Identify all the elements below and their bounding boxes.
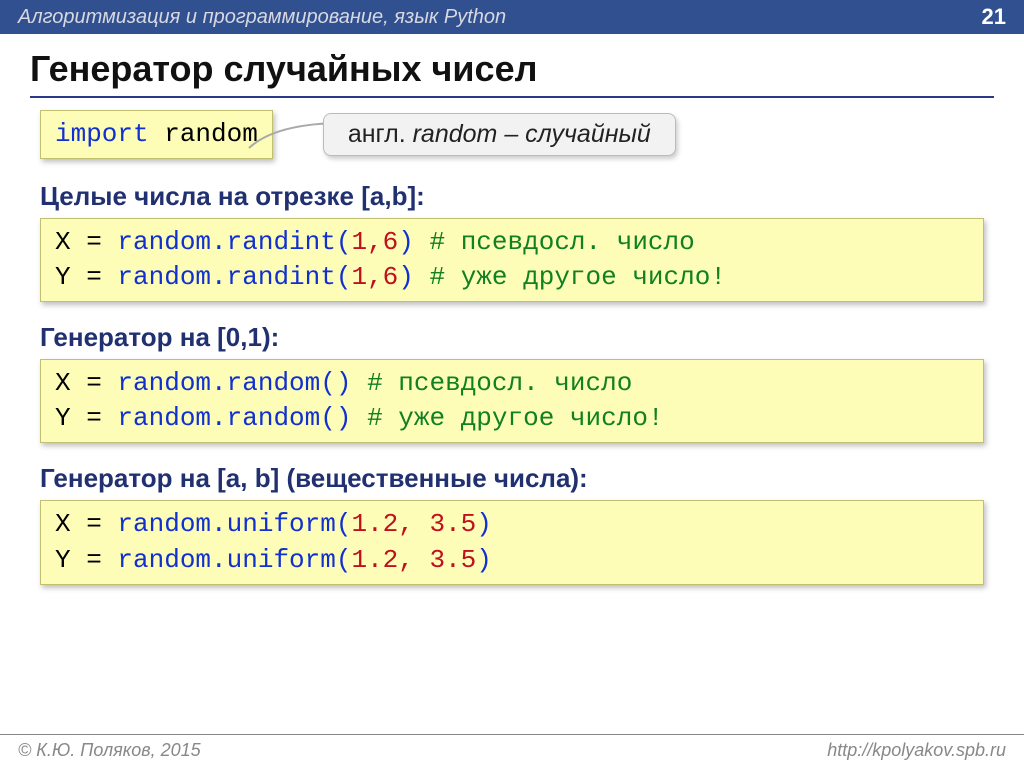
code-call: random.uniform( [117, 545, 351, 575]
code-block-uniform: X = random.uniform(1.2, 3.5) Y = random.… [40, 500, 984, 584]
code-lhs: Y = [55, 262, 117, 292]
code-lhs: X = [55, 368, 117, 398]
code-call: random.random() [117, 403, 351, 433]
note-prefix: англ. [348, 120, 413, 148]
code-pad [351, 403, 367, 433]
keyword-import: import [55, 119, 149, 149]
code-comment: # псевдосл. число [430, 227, 695, 257]
code-block-random: X = random.random() # псевдосл. число Y … [40, 359, 984, 443]
code-args: 1,6 [351, 227, 398, 257]
code-rparen: ) [398, 262, 414, 292]
page-number: 21 [982, 4, 1006, 30]
page-title: Генератор случайных чисел [0, 34, 1024, 96]
code-args: 1,6 [351, 262, 398, 292]
code-line: X = random.randint(1,6) # псевдосл. числ… [55, 225, 969, 260]
code-call: random.randint( [117, 227, 351, 257]
footer-bar: © К.Ю. Поляков, 2015 http://kpolyakov.sp… [0, 734, 1024, 767]
note-suffix: – случайный [497, 120, 650, 148]
footer-url: http://kpolyakov.spb.ru [827, 740, 1006, 761]
note-word: random [413, 120, 498, 148]
header-bar: Алгоритмизация и программирование, язык … [0, 0, 1024, 34]
code-pad [414, 227, 430, 257]
code-block-randint: X = random.randint(1,6) # псевдосл. числ… [40, 218, 984, 302]
import-code-box: import random [40, 110, 273, 159]
code-args: 1.2, 3.5 [351, 509, 476, 539]
code-line: Y = random.random() # уже другое число! [55, 401, 969, 436]
code-call: random.uniform( [117, 509, 351, 539]
code-lhs: Y = [55, 403, 117, 433]
code-lhs: X = [55, 509, 117, 539]
code-pad [351, 368, 367, 398]
code-rparen: ) [398, 227, 414, 257]
code-pad [414, 262, 430, 292]
code-rparen: ) [476, 545, 492, 575]
code-call: random.random() [117, 368, 351, 398]
code-comment: # уже другое число! [430, 262, 726, 292]
code-lhs: Y = [55, 545, 117, 575]
code-line: Y = random.randint(1,6) # уже другое чис… [55, 260, 969, 295]
code-lhs: X = [55, 227, 117, 257]
section-heading: Целые числа на отрезке [a,b]: [40, 181, 984, 212]
breadcrumb: Алгоритмизация и программирование, язык … [18, 6, 506, 29]
code-comment: # псевдосл. число [367, 368, 632, 398]
module-name: random [149, 119, 258, 149]
code-line: Y = random.uniform(1.2, 3.5) [55, 543, 969, 578]
section-heading: Генератор на [a, b] (вещественные числа)… [40, 463, 984, 494]
code-rparen: ) [476, 509, 492, 539]
code-call: random.randint( [117, 262, 351, 292]
code-comment: # уже другое число! [367, 403, 663, 433]
copyright-text: © К.Ю. Поляков, 2015 [18, 740, 201, 761]
code-line: X = random.random() # псевдосл. число [55, 366, 969, 401]
code-args: 1.2, 3.5 [351, 545, 476, 575]
title-underline [30, 96, 994, 98]
translation-note: англ. random – случайный [323, 113, 676, 156]
section-heading: Генератор на [0,1): [40, 322, 984, 353]
code-line: X = random.uniform(1.2, 3.5) [55, 507, 969, 542]
